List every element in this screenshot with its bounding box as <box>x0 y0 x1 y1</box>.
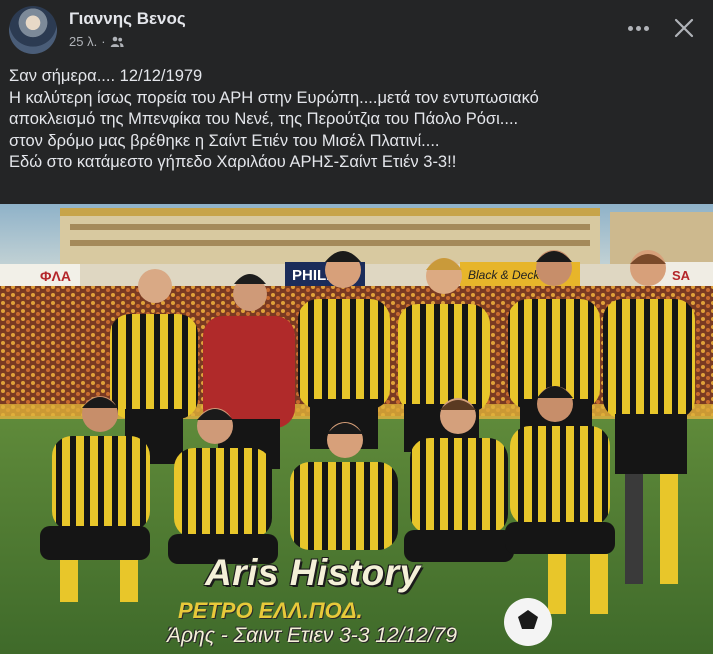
post-header: Γιαννης Βενος 25 λ. · <box>0 0 713 62</box>
post-photo[interactable]: ΦΛΑ PHILIPS Black & Decker SA Aris Histo… <box>0 204 713 654</box>
post-text-line: Η καλύτερη ίσως πορεία του ΑΡΗ στην Ευρώ… <box>9 88 539 107</box>
post-text-line: Εδώ στο κατάμεστο γήπεδο Χαριλάου ΑΡΗΣ-Σ… <box>9 153 457 171</box>
meta-separator: · <box>101 34 106 49</box>
post-timestamp[interactable]: 25 λ. <box>69 34 97 49</box>
watermark-subtitle: ΡΕΤΡΟ ΕΛΛ.ΠΟΔ. <box>178 598 363 623</box>
friends-icon[interactable] <box>110 36 124 48</box>
more-options-icon[interactable] <box>624 14 652 42</box>
post-text-line: Σαν σήμερα.... 12/12/1979 <box>9 67 203 85</box>
banner-text: SA <box>672 268 691 283</box>
post-text-line: στον δρόμο μας βρέθηκε η Σαίντ Ετιέν του… <box>9 131 440 150</box>
post-meta: 25 λ. · <box>69 34 124 49</box>
author-name[interactable]: Γιαννης Βενος <box>69 9 186 29</box>
banner-text: ΦΛΑ <box>40 268 71 284</box>
post-text: Σαν σήμερα.... 12/12/1979 Η καλύτερη ίσω… <box>9 66 704 174</box>
watermark-title: Aris History <box>205 552 421 593</box>
football-icon <box>504 598 552 646</box>
watermark-caption: Άρης - Σαιντ Ετιεν 3-3 12/12/79 <box>167 624 458 647</box>
close-icon[interactable] <box>668 12 700 44</box>
post-text-line: αποκλεισμό της Μπενφίκα του Νενέ, της Πε… <box>9 110 519 128</box>
author-avatar[interactable] <box>9 6 57 54</box>
